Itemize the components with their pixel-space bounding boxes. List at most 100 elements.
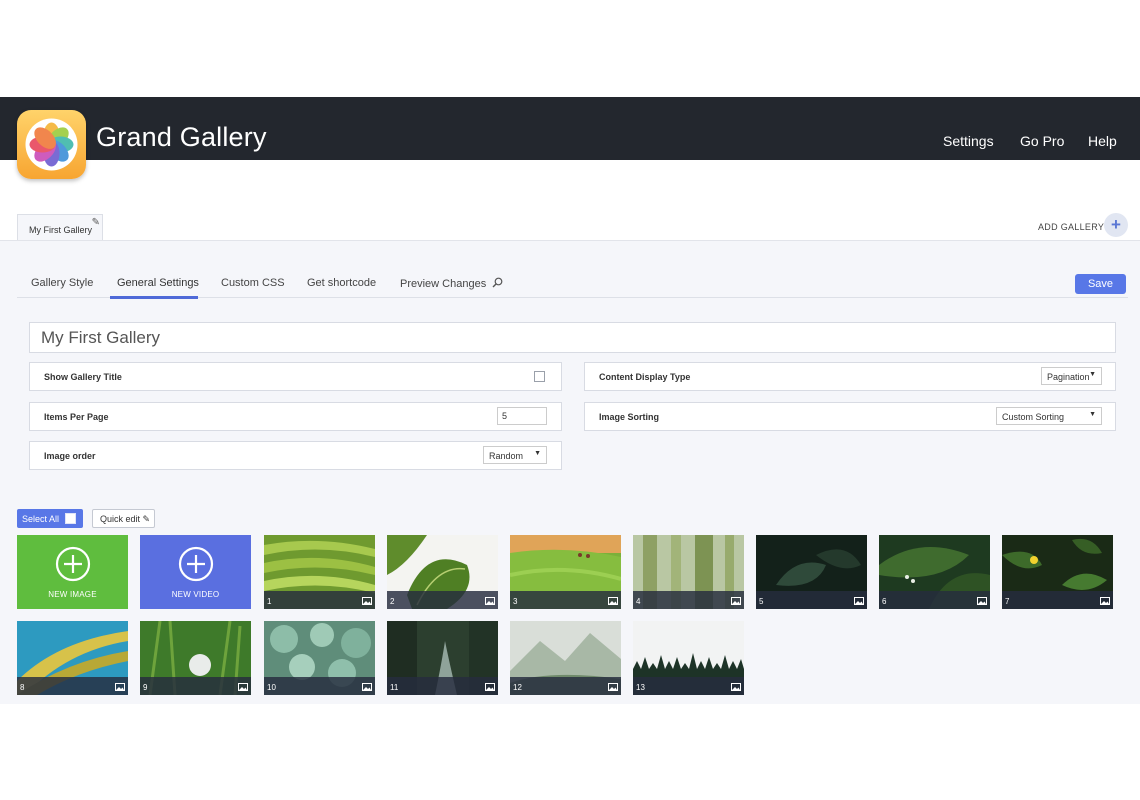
tab-gallery-style[interactable]: Gallery Style (31, 277, 93, 289)
tile-caption-bar (756, 591, 867, 609)
tile-caption-bar (387, 591, 498, 609)
tile-caption-bar (510, 591, 621, 609)
gallery-name-input[interactable] (29, 322, 1116, 353)
tile-number: 12 (513, 683, 522, 692)
show-title-checkbox[interactable] (534, 371, 545, 382)
tile-number: 13 (636, 683, 645, 692)
image-icon (731, 683, 741, 691)
image-icon (362, 683, 372, 691)
image-tile[interactable]: 1 (264, 535, 375, 609)
nav-settings[interactable]: Settings (943, 133, 994, 149)
tile-number: 11 (390, 683, 399, 692)
tile-number: 8 (20, 683, 25, 692)
setting-show-title: Show Gallery Title (29, 362, 562, 391)
image-icon (115, 683, 125, 691)
image-icon (854, 597, 864, 605)
image-tile[interactable]: 3 (510, 535, 621, 609)
plus-circle-icon (55, 546, 91, 582)
add-gallery-button[interactable]: + (1104, 213, 1128, 237)
quick-edit-button[interactable]: Quick edit ✎ (92, 509, 155, 528)
image-tile[interactable]: 2 (387, 535, 498, 609)
select-all-button[interactable]: Select All (17, 509, 83, 528)
image-sorting-select[interactable]: Custom Sorting ▼ (996, 407, 1102, 425)
select-value: Custom Sorting (1002, 412, 1065, 422)
select-all-checkbox[interactable] (65, 513, 76, 524)
tile-caption-bar (387, 677, 498, 695)
save-button[interactable]: Save (1075, 274, 1126, 294)
caret-down-icon: ▼ (534, 450, 541, 457)
tile-caption-bar (264, 677, 375, 695)
items-per-page-input[interactable]: 5 (497, 407, 547, 425)
app-root: Grand Gallery Settings Go Pro Help My Fi… (0, 0, 1140, 800)
setting-image-order: Image order Random ▼ (29, 441, 562, 470)
tile-caption-bar (140, 677, 251, 695)
tile-caption-bar (633, 591, 744, 609)
tile-caption-bar (264, 591, 375, 609)
tile-number: 3 (513, 597, 518, 606)
tab-preview-changes[interactable]: Preview Changes (400, 277, 503, 290)
tile-number: 10 (267, 683, 276, 692)
image-tile[interactable]: 9 (140, 621, 251, 695)
image-tile[interactable]: 4 (633, 535, 744, 609)
setting-items-per-page: Items Per Page 5 (29, 402, 562, 431)
tile-number: 2 (390, 597, 395, 606)
app-logo[interactable] (17, 110, 86, 179)
caret-down-icon: ▼ (1089, 411, 1096, 418)
tile-number: 9 (143, 683, 148, 692)
image-icon (608, 597, 618, 605)
tab-general-settings[interactable]: General Settings (117, 277, 199, 289)
quick-edit-label: Quick edit (100, 514, 141, 524)
active-tab-indicator (110, 296, 198, 299)
image-icon (731, 597, 741, 605)
tile-caption-bar (633, 677, 744, 695)
new-image-label: NEW IMAGE (48, 590, 97, 599)
image-tile[interactable]: 8 (17, 621, 128, 695)
tile-caption-bar (17, 677, 128, 695)
image-icon (485, 683, 495, 691)
nav-go-pro[interactable]: Go Pro (1020, 133, 1064, 149)
select-all-label: Select All (22, 514, 60, 524)
image-tile[interactable]: 6 (879, 535, 990, 609)
image-tile[interactable]: 7 (1002, 535, 1113, 609)
setting-image-sorting: Image Sorting Custom Sorting ▼ (584, 402, 1116, 431)
image-order-select[interactable]: Random ▼ (483, 446, 547, 464)
setting-label: Show Gallery Title (44, 372, 122, 382)
tab-get-shortcode[interactable]: Get shortcode (307, 277, 376, 289)
new-image-tile[interactable]: NEW IMAGE (17, 535, 128, 609)
app-title: Grand Gallery (96, 122, 267, 152)
new-video-label: NEW VIDEO (171, 590, 220, 599)
plus-circle-icon (178, 546, 214, 582)
tab-preview-label: Preview Changes (400, 278, 487, 290)
nav-help[interactable]: Help (1088, 133, 1117, 149)
content-display-select[interactable]: Pagination ▼ (1041, 367, 1102, 385)
image-tile[interactable]: 11 (387, 621, 498, 695)
image-icon (362, 597, 372, 605)
add-gallery-label[interactable]: ADD GALLERY (1038, 222, 1104, 232)
tile-number: 6 (882, 597, 887, 606)
tile-number: 5 (759, 597, 764, 606)
gallery-tab-label: My First Gallery (29, 225, 92, 235)
image-tile[interactable]: 13 (633, 621, 744, 695)
image-tile[interactable]: 10 (264, 621, 375, 695)
select-value: Random (489, 451, 524, 461)
new-video-tile[interactable]: NEW VIDEO (140, 535, 251, 609)
pencil-icon: ✎ (142, 514, 151, 524)
tile-caption-bar (510, 677, 621, 695)
image-icon (1100, 597, 1110, 605)
tile-number: 1 (267, 597, 272, 606)
tile-caption-bar (879, 591, 990, 609)
image-icon (485, 597, 495, 605)
image-tile[interactable]: 5 (756, 535, 867, 609)
setting-label: Items Per Page (44, 412, 109, 422)
image-tile[interactable]: 12 (510, 621, 621, 695)
gallery-tab-current[interactable]: My First Gallery ✎ (17, 214, 103, 241)
tile-number: 4 (636, 597, 641, 606)
pencil-icon[interactable]: ✎ (92, 217, 100, 228)
setting-content-display-type: Content Display Type Pagination ▼ (584, 362, 1116, 391)
caret-down-icon: ▼ (1089, 371, 1096, 378)
tab-custom-css[interactable]: Custom CSS (221, 277, 285, 289)
search-icon (492, 277, 503, 288)
select-value: Pagination (1047, 372, 1090, 382)
tile-number: 7 (1005, 597, 1010, 606)
plus-icon: + (1111, 215, 1121, 234)
